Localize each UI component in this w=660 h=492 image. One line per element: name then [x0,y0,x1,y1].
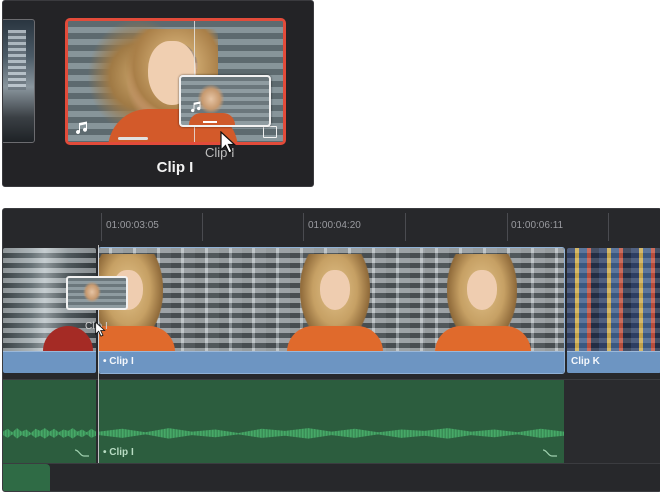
timeline-panel[interactable]: 01:00:03:05 01:00:04:20 01:00:06:11 • Cl… [2,208,660,492]
clip-frames [567,248,660,352]
audio-fade-icon[interactable] [74,448,90,458]
clip-frame [242,248,425,352]
media-pool-clip-thumbnail-left[interactable] [3,19,35,143]
thumbnail-image [8,30,26,90]
clip-name-bar: Clip K [567,351,660,373]
drag-ghost-thumbnail [179,75,271,127]
ruler-tick [303,213,304,241]
audio-waveform [99,428,564,439]
video-track[interactable]: • Clip I Clip K [3,245,660,379]
timeline-audio-clip[interactable]: • Clip I [99,380,564,464]
mouse-cursor-icon [95,321,106,337]
media-pool-panel: Clip I Clip I [2,0,314,187]
clip-frame [425,248,564,352]
audio-track-2[interactable] [3,463,660,491]
timeline-video-clip[interactable]: • Clip I [98,247,565,374]
audio-waveform [3,428,96,439]
timecode-label: 01:00:03:05 [106,220,159,231]
timecode-label: 01:00:04:20 [308,220,361,231]
audio-fade-icon[interactable] [542,448,558,458]
timeline-audio-clip[interactable] [3,464,50,491]
clip-name-label: Clip I [156,159,194,176]
frame-subject-shirt [435,326,531,352]
timeline-video-clip[interactable]: Clip K [567,248,660,373]
ruler-tick [507,213,508,241]
frame-subject-face [467,270,497,310]
thumbnail-progress-bar [118,137,148,140]
ruler-tick [101,213,102,241]
ruler-tick [608,213,609,241]
frame-background [567,248,660,352]
audio-track[interactable]: • Clip I [3,379,660,464]
clip-frames [99,248,564,352]
clip-name-label: • Clip I [103,356,134,367]
mouse-cursor-icon [220,131,237,154]
clip-name-bar: • Clip I [99,351,564,373]
ghost-subject-shirt [189,113,235,125]
drag-ghost-thumbnail [66,276,128,310]
clip-name-label: Clip K [571,356,600,367]
timeline-audio-clip[interactable] [3,380,96,464]
frame-subject-face [320,270,350,310]
music-note-icon [191,101,201,113]
music-note-icon [76,121,88,135]
ruler-tick [202,213,203,241]
ruler-tick [405,213,406,241]
clip-name-bar [3,351,96,373]
frame-subject-shirt [287,326,383,352]
timeline-video-clip[interactable] [3,248,96,373]
frame-subject-shirt [99,326,175,352]
timecode-label: 01:00:06:11 [511,220,564,231]
audio-clip-label: • Clip I [103,447,134,458]
clip-frame [567,248,660,352]
ghost-progress-bar [203,121,217,123]
clip-type-icon [263,126,277,138]
timeline-ruler[interactable]: 01:00:03:05 01:00:04:20 01:00:06:11 [3,209,660,246]
